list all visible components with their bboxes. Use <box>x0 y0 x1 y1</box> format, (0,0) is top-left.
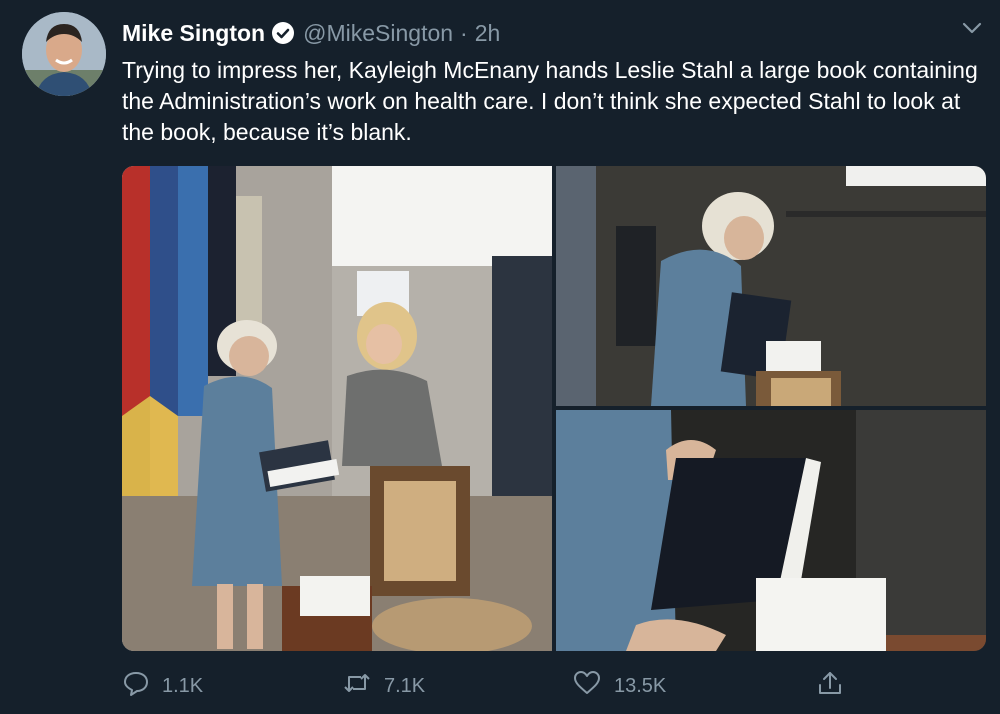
like-count: 13.5K <box>614 674 667 697</box>
retweet-icon <box>342 669 372 703</box>
tweet-actions: 1.1K 7.1K 13.5K <box>0 665 1000 707</box>
tweet-text: Trying to impress her, Kayleigh McEnany … <box>122 57 978 145</box>
share-button[interactable] <box>816 665 844 707</box>
retweet-button[interactable]: 7.1K <box>342 665 425 707</box>
verified-badge-icon <box>271 21 295 45</box>
photo-stahl-opens-book[interactable] <box>556 166 986 406</box>
tweet-time[interactable]: 2h <box>475 20 501 47</box>
meta-separator: · <box>460 19 468 46</box>
heart-icon <box>572 669 602 703</box>
author-handle[interactable]: @MikeSington <box>303 20 453 47</box>
like-button[interactable]: 13.5K <box>572 665 666 707</box>
avatar-photo <box>22 12 106 96</box>
photo-blank-book-closeup[interactable] <box>556 410 986 651</box>
tweet-meta: @MikeSington · 2h <box>303 20 500 47</box>
share-icon <box>816 669 844 703</box>
reply-count: 1.1K <box>162 674 204 697</box>
photo-handing-book[interactable] <box>122 166 552 651</box>
chevron-down-icon[interactable] <box>960 18 984 38</box>
tweet-header: Mike Sington @MikeSington · 2h <box>122 16 500 50</box>
retweet-count: 7.1K <box>384 674 426 697</box>
avatar[interactable] <box>22 12 106 96</box>
reply-button[interactable]: 1.1K <box>122 665 203 707</box>
media-grid <box>122 166 986 651</box>
author-name[interactable]: Mike Sington <box>122 20 265 47</box>
reply-icon <box>122 669 150 703</box>
